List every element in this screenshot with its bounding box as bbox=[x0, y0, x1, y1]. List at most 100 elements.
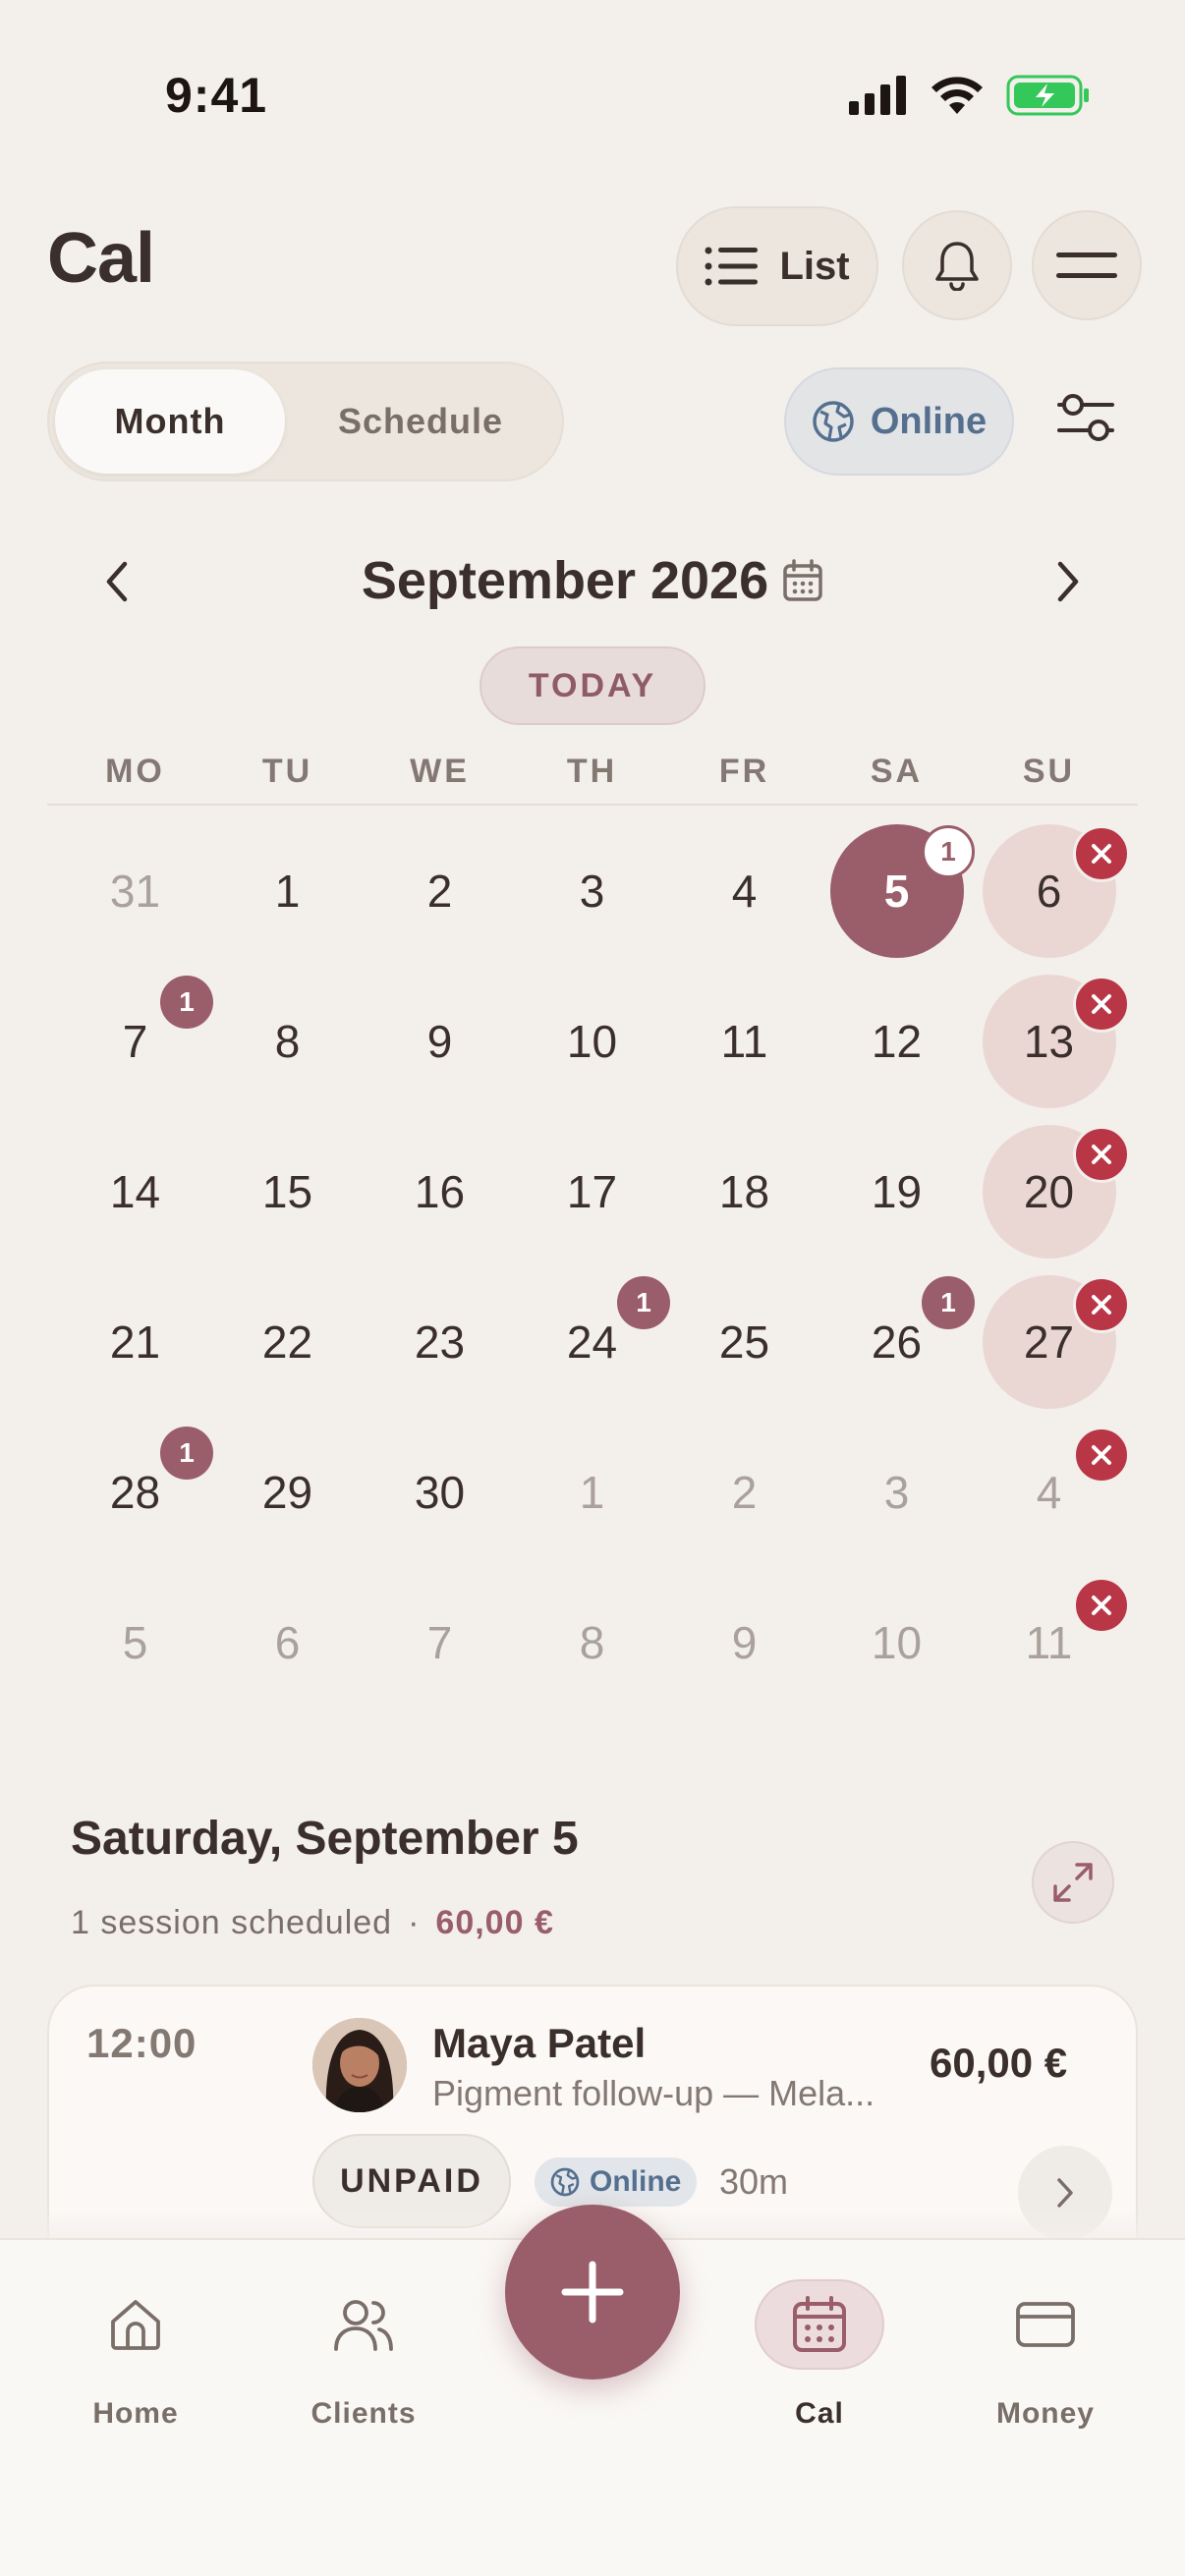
calendar-day[interactable]: 25 bbox=[668, 1266, 820, 1417]
online-filter-button[interactable]: Online bbox=[784, 367, 1014, 476]
calendar-day[interactable]: 31 bbox=[59, 815, 211, 966]
day-number: 12 bbox=[871, 1015, 923, 1067]
calendar-day[interactable]: 4 bbox=[668, 815, 820, 966]
session-price: 60,00 € bbox=[930, 2040, 1068, 2086]
calendar-day[interactable]: 19 bbox=[820, 1116, 973, 1266]
calendar-day[interactable]: 2 bbox=[364, 815, 516, 966]
add-session-button[interactable] bbox=[505, 2205, 680, 2380]
list-view-button[interactable]: List bbox=[676, 206, 878, 326]
globe-icon bbox=[813, 401, 854, 442]
blocked-day-icon bbox=[1073, 976, 1130, 1033]
month-title: September 2026 bbox=[0, 550, 1185, 615]
calendar-day[interactable]: 2 bbox=[668, 1417, 820, 1567]
calendar-day[interactable]: 5 bbox=[59, 1567, 211, 1717]
month-label[interactable]: September 2026 bbox=[362, 551, 768, 610]
day-number: 3 bbox=[579, 865, 605, 917]
client-avatar bbox=[312, 2018, 407, 2112]
calendar-day[interactable]: 11 bbox=[973, 1567, 1130, 1717]
nav-money[interactable]: Money bbox=[947, 2279, 1144, 2431]
calendar-day[interactable]: 6 bbox=[211, 1567, 364, 1717]
day-number: 29 bbox=[261, 1466, 313, 1518]
nav-cal[interactable]: Cal bbox=[721, 2279, 918, 2431]
day-number: 26 bbox=[871, 1316, 923, 1368]
calendar-day[interactable]: 24 1 bbox=[516, 1266, 670, 1417]
calendar-day[interactable]: 51 bbox=[820, 815, 975, 966]
day-total: 60,00 € bbox=[435, 1904, 554, 1941]
session-count-badge: 1 bbox=[617, 1276, 670, 1329]
calendar-day[interactable]: 28 1 bbox=[59, 1417, 213, 1567]
calendar-day[interactable]: 22 bbox=[211, 1266, 364, 1417]
calendar-icon bbox=[755, 2279, 884, 2370]
expand-button[interactable] bbox=[1032, 1841, 1114, 1924]
day-number: 2 bbox=[731, 1466, 758, 1518]
hamburger-icon bbox=[1056, 252, 1117, 278]
calendar-day[interactable]: 26 1 bbox=[820, 1266, 975, 1417]
blocked-day-icon bbox=[1073, 1126, 1130, 1183]
calendar-day[interactable]: 8 bbox=[516, 1567, 668, 1717]
credit-card-icon bbox=[981, 2279, 1110, 2370]
weekday-label: WE bbox=[410, 753, 470, 790]
day-number: 13 bbox=[1023, 1015, 1075, 1067]
calendar-day[interactable]: 23 bbox=[364, 1266, 516, 1417]
calendar-day[interactable]: 30 bbox=[364, 1417, 516, 1567]
calendar-day[interactable]: 3 bbox=[516, 815, 668, 966]
calendar-day[interactable]: 10 bbox=[820, 1567, 973, 1717]
nav-cal-label: Cal bbox=[795, 2397, 844, 2430]
list-view-label: List bbox=[779, 244, 850, 288]
calendar-day[interactable]: 11 bbox=[668, 966, 820, 1116]
calendar-picker-icon[interactable] bbox=[782, 554, 823, 615]
nav-clients[interactable]: Clients bbox=[265, 2279, 462, 2431]
day-number: 31 bbox=[109, 865, 161, 917]
day-number: 4 bbox=[731, 865, 758, 917]
day-number: 17 bbox=[566, 1165, 618, 1217]
calendar-day[interactable]: 14 bbox=[59, 1116, 211, 1266]
calendar-day[interactable]: 6 bbox=[973, 815, 1130, 966]
calendar-day[interactable]: 16 bbox=[364, 1116, 516, 1266]
day-number: 20 bbox=[1023, 1165, 1075, 1217]
session-count-badge: 1 bbox=[160, 976, 213, 1029]
wifi-icon bbox=[931, 77, 983, 114]
status-time: 9:41 bbox=[165, 68, 268, 123]
calendar-day[interactable]: 29 bbox=[211, 1417, 364, 1567]
day-number: 15 bbox=[261, 1165, 313, 1217]
schedule-tab[interactable]: Schedule bbox=[285, 369, 556, 474]
calendar-day[interactable]: 12 bbox=[820, 966, 973, 1116]
day-number: 8 bbox=[274, 1015, 301, 1067]
day-number: 8 bbox=[579, 1616, 605, 1668]
calendar-day[interactable]: 1 bbox=[211, 815, 364, 966]
globe-icon bbox=[550, 2167, 580, 2197]
calendar-day[interactable]: 15 bbox=[211, 1116, 364, 1266]
weekday-label: SU bbox=[1022, 753, 1076, 790]
calendar-day[interactable]: 27 bbox=[973, 1266, 1130, 1417]
calendar-day[interactable]: 71 bbox=[59, 966, 213, 1116]
users-icon bbox=[299, 2279, 428, 2370]
day-number: 5 bbox=[883, 865, 910, 917]
calendar-day[interactable]: 9 bbox=[364, 966, 516, 1116]
today-button[interactable]: TODAY bbox=[480, 646, 705, 725]
calendar-day[interactable]: 9 bbox=[668, 1567, 820, 1717]
next-month-button[interactable] bbox=[1038, 552, 1097, 611]
day-number: 9 bbox=[426, 1015, 453, 1067]
calendar-day[interactable]: 17 bbox=[516, 1116, 668, 1266]
calendar-day[interactable]: 3 bbox=[820, 1417, 973, 1567]
calendar-day[interactable]: 1 bbox=[516, 1417, 668, 1567]
notifications-button[interactable] bbox=[902, 210, 1012, 320]
calendar-day[interactable]: 18 bbox=[668, 1116, 820, 1266]
chevron-right-icon bbox=[1057, 2178, 1073, 2208]
month-tab[interactable]: Month bbox=[55, 369, 285, 474]
summary-separator: · bbox=[408, 1904, 421, 1941]
calendar-day[interactable]: 20 bbox=[973, 1116, 1130, 1266]
calendar-day[interactable]: 4 bbox=[973, 1417, 1130, 1567]
nav-home[interactable]: Home bbox=[37, 2279, 234, 2431]
weekday-divider bbox=[47, 804, 1138, 806]
calendar-day[interactable]: 13 bbox=[973, 966, 1130, 1116]
day-number: 24 bbox=[566, 1316, 618, 1368]
day-number: 14 bbox=[109, 1165, 161, 1217]
day-number: 25 bbox=[718, 1316, 770, 1368]
menu-button[interactable] bbox=[1032, 210, 1142, 320]
calendar-day[interactable]: 7 bbox=[364, 1567, 516, 1717]
calendar-day[interactable]: 10 bbox=[516, 966, 668, 1116]
filter-button[interactable] bbox=[1051, 383, 1120, 452]
calendar-day[interactable]: 8 bbox=[211, 966, 364, 1116]
calendar-day[interactable]: 21 bbox=[59, 1266, 211, 1417]
